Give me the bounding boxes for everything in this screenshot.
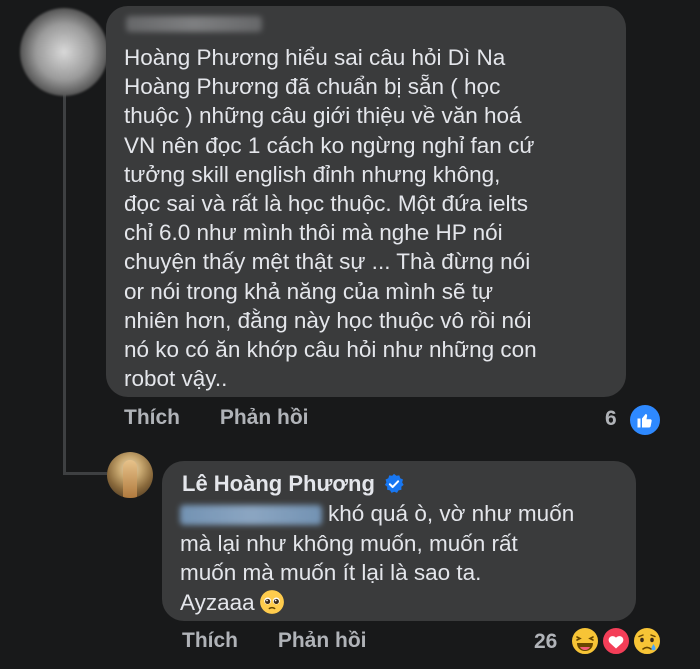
comment-line: nhiên hơn, đằng này học thuộc vô rồi nói [124,307,532,333]
verified-badge-icon [384,473,404,493]
thread-line [63,85,66,475]
comment-line: Hoàng Phương hiểu sai câu hỏi Dì Na [124,45,506,70]
blurred-mention[interactable] [180,505,322,526]
comment-bubble: Hoàng Phương hiểu sai câu hỏi Dì Na Hoàn… [106,6,626,397]
comment-line: chỉ 6.0 như mình thôi mà nghe HP nói [124,220,503,246]
comment-text: Hoàng Phương hiểu sai câu hỏi Dì Na Hoàn… [124,43,624,393]
comment-line: robot vậy.. [124,366,228,392]
comment-line: đọc sai và rất là học thuộc. Một đứa iel… [124,191,529,217]
author-name-row: Lê Hoàng Phương [182,471,405,497]
pleading-face-icon [259,589,284,614]
blurred-commenter-name[interactable] [126,16,262,32]
like-button[interactable]: Thích [124,406,180,429]
comment-line: VN nên đọc 1 cách ko ngừng nghỉ fan cứ [124,132,535,158]
haha-icon [570,626,600,656]
reply-line: mà lại như không muốn, muốn rất [180,530,518,556]
comment-line: or nói trong khả năng của mình sẽ tự [124,278,494,304]
comment-actions: Thích Phản hồi [124,406,343,430]
like-button[interactable]: Thích [182,629,238,652]
comment-line: nó ko có ăn khớp câu hỏi như những con [124,337,537,363]
commenter-avatar[interactable] [20,8,108,96]
reaction-count[interactable]: 26 [534,630,557,654]
comment-line: chuyện thấy mệt thật sự ... Thà đừng nói [124,249,531,275]
author-avatar[interactable] [107,452,153,498]
comment-thread: Hoàng Phương hiểu sai câu hỏi Dì Na Hoàn… [0,0,700,669]
reply-line: khó quá ò, vờ như muốn [328,501,575,526]
reply-line: muốn mà muốn ít lại là sao ta. [180,560,482,585]
reply-line: Ayzaaa [180,589,255,615]
comment-line: tưởng skill english đỉnh nhưng không, [124,161,501,187]
thumbs-up-icon[interactable] [628,403,662,437]
comment-line: thuộc ) những câu giới thiệu về văn hoá [124,103,522,129]
love-icon [601,626,631,656]
thread-connector [63,472,107,475]
reply-button[interactable]: Phản hồi [220,406,309,429]
reply-bubble: Lê Hoàng Phương khó quá ò, vờ như muốn m… [162,461,636,621]
reply-actions: Thích Phản hồi [182,629,401,653]
reply-text: khó quá ò, vờ như muốn mà lại như không … [180,499,630,617]
comment-line: Hoàng Phương đã chuẩn bị sẵn ( học [124,74,501,100]
reply-button[interactable]: Phản hồi [278,629,367,652]
sad-icon [632,626,662,656]
author-name[interactable]: Lê Hoàng Phương [182,471,375,497]
reaction-icons[interactable] [570,625,662,657]
reaction-count[interactable]: 6 [605,407,617,431]
